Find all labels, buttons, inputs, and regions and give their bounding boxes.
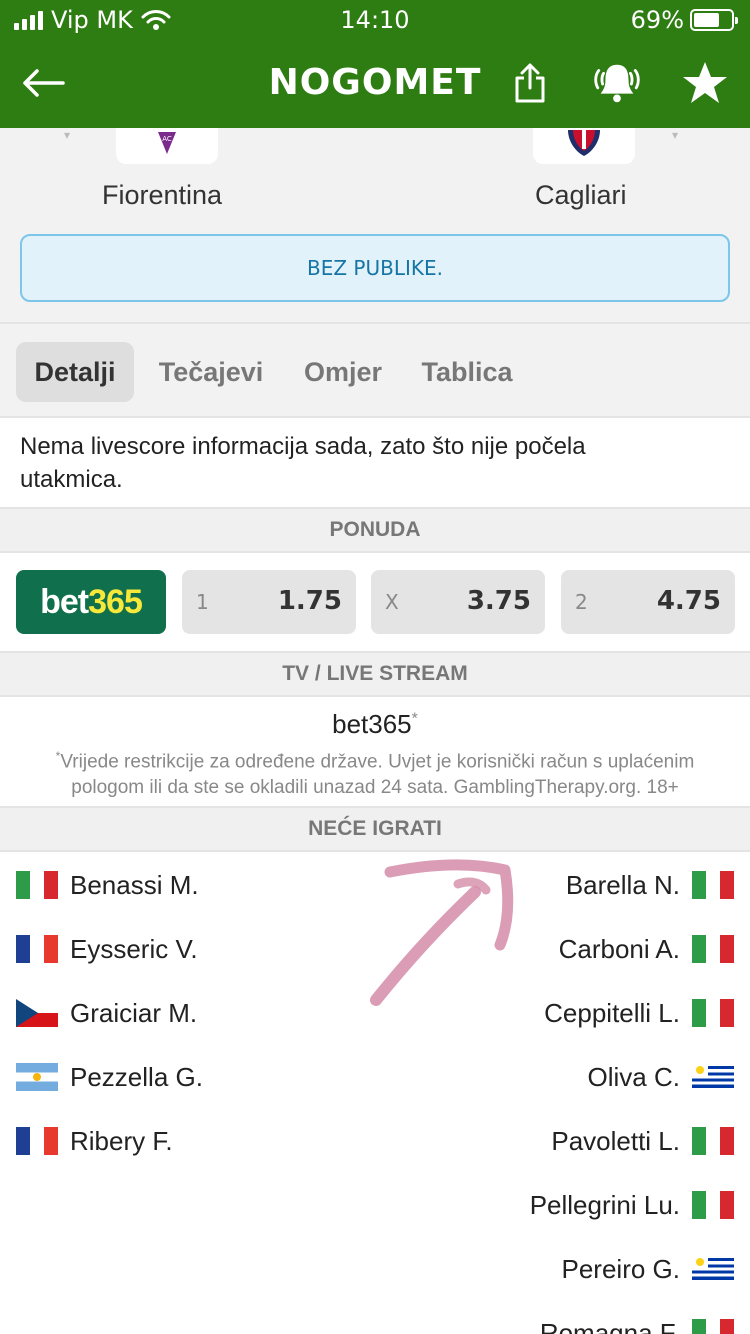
livescore-info-text: Nema livescore informacija sada, zato št… (20, 433, 586, 493)
odds-value: 1.75 (277, 586, 342, 616)
chevron-down-icon: ▾ (64, 128, 71, 142)
fiorentina-crest-icon: AC (158, 132, 176, 154)
list-item-away-player[interactable]: Ceppitelli L. (544, 993, 734, 1033)
list-item-away-player[interactable]: Pereiro G. (561, 1249, 734, 1289)
tv-channel-link[interactable]: bet365* (0, 709, 750, 740)
status-bar: Vip MK 14:10 69% (0, 0, 750, 40)
list-item-away-player[interactable]: Oliva C. (588, 1057, 734, 1097)
odds-value: 4.75 (656, 586, 721, 616)
odds-value: 3.75 (466, 586, 531, 616)
italy-flag-icon (16, 871, 58, 899)
tv-channel-name: bet365 (332, 709, 412, 739)
czech-flag-icon (16, 999, 58, 1027)
arrow-left-icon (23, 69, 65, 97)
player-name: Graiciar M. (70, 997, 198, 1028)
share-button[interactable] (505, 58, 555, 108)
uruguay-flag-icon (692, 1255, 734, 1283)
argentina-flag-icon (16, 1063, 58, 1091)
player-name: Eysseric V. (70, 933, 198, 964)
italy-flag-icon (692, 871, 734, 899)
player-name: Oliva C. (587, 1061, 680, 1092)
share-icon (515, 63, 545, 103)
bet365-logo-button[interactable]: bet 365 (16, 570, 166, 634)
player-name: Pavoletti L. (551, 1125, 680, 1156)
player-name: Ribery F. (70, 1125, 173, 1156)
player-name: Barella N. (565, 869, 680, 900)
home-team-logo[interactable]: AC (116, 128, 218, 164)
france-flag-icon (16, 1127, 58, 1155)
list-item-away-player[interactable]: Carboni A. (559, 929, 734, 969)
player-name: Carboni A. (558, 933, 680, 964)
italy-flag-icon (692, 1127, 734, 1155)
chevron-down-icon: ▾ (672, 128, 679, 142)
tab-bar: Detalji Tečajevi Omjer Tablica (0, 322, 750, 418)
tv-disclaimer-text: Vrijede restrikcije za određene države. … (60, 751, 695, 799)
tv-disclaimer: *Vrijede restrikcije za određene države.… (40, 743, 710, 801)
list-item-home-player[interactable]: Benassi M. (16, 865, 199, 905)
list-item-away-player[interactable]: Romagna F. (540, 1313, 734, 1334)
odds-button-draw[interactable]: X 3.75 (371, 570, 545, 634)
italy-flag-icon (692, 935, 734, 963)
match-notice-banner: BEZ PUBLIKE. (20, 234, 730, 302)
bookmaker-logo-part: 365 (88, 582, 143, 621)
favorite-button[interactable] (680, 58, 730, 108)
tab-omjer[interactable]: Omjer (290, 342, 396, 402)
list-item-home-player[interactable]: Graiciar M. (16, 993, 197, 1033)
home-team-name[interactable]: Fiorentina (102, 180, 222, 211)
alerts-button[interactable] (592, 58, 642, 108)
list-item-home-player[interactable]: Eysseric V. (16, 929, 198, 969)
tab-tecajevi[interactable]: Tečajevi (150, 342, 272, 402)
away-team-name[interactable]: Cagliari (535, 180, 627, 211)
odds-label: X (385, 590, 399, 614)
tab-detalji[interactable]: Detalji (16, 342, 134, 402)
tv-stream-info: bet365* *Vrijede restrikcije za određene… (0, 697, 750, 807)
italy-flag-icon (692, 999, 734, 1027)
player-name: Romagna F. (539, 1317, 680, 1334)
odds-row: bet 365 1 1.75 X 3.75 2 4.75 (0, 553, 750, 651)
bell-ringing-icon (594, 64, 640, 103)
player-name: Pezzella G. (70, 1061, 203, 1092)
away-team-logo[interactable] (533, 128, 635, 164)
section-header-missing-players: NEĆE IGRATI (0, 806, 750, 852)
list-item-home-player[interactable]: Ribery F. (16, 1121, 173, 1161)
france-flag-icon (16, 935, 58, 963)
odds-label: 1 (196, 590, 209, 614)
svg-text:AC: AC (162, 135, 172, 143)
list-item-home-player[interactable]: Pezzella G. (16, 1057, 203, 1097)
player-name: Pereiro G. (561, 1253, 681, 1284)
list-item-away-player[interactable]: Pavoletti L. (551, 1121, 734, 1161)
section-header-tv: TV / LIVE STREAM (0, 651, 750, 697)
tab-tablica[interactable]: Tablica (410, 342, 524, 402)
player-name: Pellegrini Lu. (529, 1189, 680, 1220)
cagliari-crest-icon (568, 130, 600, 156)
asterisk-mark: * (411, 710, 418, 728)
odds-button-away[interactable]: 2 4.75 (561, 570, 735, 634)
match-header: ▾ AC Fiorentina ▾ Cagliari BEZ PUBLIKE. (0, 128, 750, 322)
back-button[interactable] (18, 58, 68, 108)
battery-percent: 69% (630, 6, 684, 34)
list-item-away-player[interactable]: Pellegrini Lu. (530, 1185, 734, 1225)
italy-flag-icon (692, 1191, 734, 1219)
missing-players-list: Benassi M. Eysseric V. Graiciar M. Pezze… (0, 853, 750, 1334)
uruguay-flag-icon (692, 1063, 734, 1091)
player-name: Benassi M. (70, 869, 199, 900)
odds-label: 2 (575, 590, 588, 614)
odds-button-home[interactable]: 1 1.75 (182, 570, 356, 634)
battery-icon (690, 9, 738, 31)
star-icon (683, 62, 727, 103)
bookmaker-logo-part: bet (40, 582, 89, 621)
section-header-offer: PONUDA (0, 507, 750, 553)
italy-flag-icon (692, 1319, 734, 1334)
navigation-bar: NOGOMET (0, 40, 750, 128)
list-item-away-player[interactable]: Barella N. (566, 865, 734, 905)
player-name: Ceppitelli L. (544, 997, 680, 1028)
match-notice-text: BEZ PUBLIKE. (307, 256, 443, 280)
